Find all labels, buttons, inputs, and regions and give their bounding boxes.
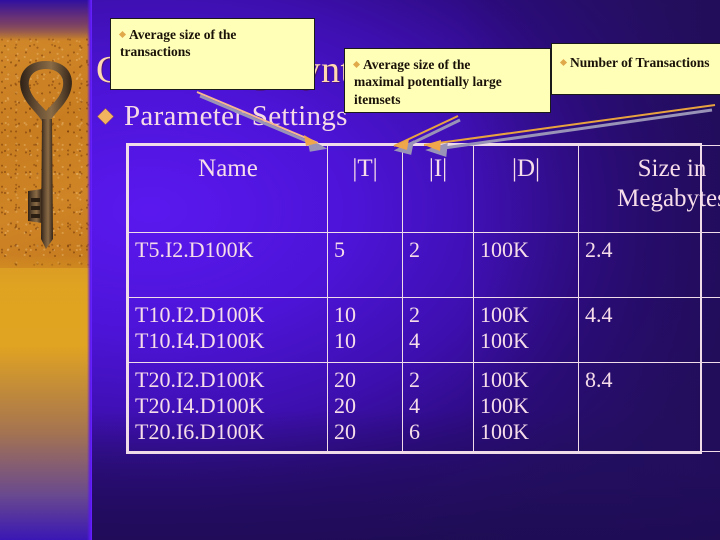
callout-line: transactions [120, 44, 191, 60]
cell-t: 10 10 [327, 297, 403, 363]
value-t: 20 [334, 392, 356, 418]
bullet-label: Parameter Settings [124, 100, 348, 132]
sidebar-top-fade [0, 0, 92, 48]
table-row: T10.I2.D100K T10.I4.D100K 10 10 2 4 100K… [128, 297, 720, 363]
value-name: T20.I6.D100K [135, 418, 265, 444]
diamond-bullet-icon [559, 58, 568, 67]
header-size-line2: Megabytes [617, 184, 720, 212]
value-i: 2 [409, 367, 420, 392]
callout-average-itemset-size[interactable]: Average size of the maximal potentially … [344, 48, 555, 117]
callout-line: maximal potentially large [354, 74, 502, 90]
parameter-settings-table: Name |T| |I| |D| Size in Megabytes T5.I2… [126, 143, 720, 454]
cell-t: 20 20 20 [327, 362, 403, 452]
table-row: T5.I2.D100K 5 2 100K 2.4 [128, 232, 720, 298]
diamond-bullet-icon [97, 108, 114, 125]
value-name: T20.I4.D100K [135, 392, 265, 418]
value-i: 4 [409, 327, 420, 353]
value-t: 10 [334, 327, 356, 353]
value-t: 5 [334, 237, 345, 262]
cell-d: 100K 100K [473, 297, 579, 363]
cell-name: T5.I2.D100K [128, 232, 328, 298]
bullet-parameter-settings: Parameter Settings [97, 100, 348, 133]
value-name: T20.I2.D100K [135, 367, 265, 392]
diamond-bullet-icon [118, 30, 127, 39]
value-i: 6 [409, 418, 420, 444]
header-size-line1: Size in [637, 155, 707, 182]
sidebar-decoration [0, 0, 92, 540]
table-header-row: Name |T| |I| |D| Size in Megabytes [128, 145, 720, 233]
callout-number-of-transactions[interactable]: Number of Transactions [551, 43, 720, 99]
cell-i: 2 [402, 232, 474, 298]
value-t: 20 [334, 418, 356, 444]
cell-name: T20.I2.D100K T20.I4.D100K T20.I6.D100K [128, 362, 328, 452]
header-d: |D| [473, 145, 579, 233]
value-d: 100K [480, 327, 529, 353]
value-d: 100K [480, 367, 529, 392]
value-i: 4 [409, 392, 420, 418]
sidebar-edge-glow [87, 0, 92, 540]
value-i: 2 [409, 237, 420, 262]
value-d: 100K [480, 392, 529, 418]
value-i: 2 [409, 302, 420, 327]
callout-line: itemsets [354, 91, 401, 107]
header-name: Name [128, 145, 328, 233]
cell-size: 8.4 [578, 362, 720, 452]
callout-line: Number of Transactions [570, 55, 710, 70]
value-name: T10.I2.D100K [135, 302, 265, 327]
cell-size: 4.4 [578, 297, 720, 363]
value-d: 100K [480, 418, 529, 444]
header-i: |I| [402, 145, 474, 233]
key-icon [10, 55, 82, 255]
value-name: T10.I4.D100K [135, 327, 265, 353]
value-d: 100K [480, 302, 529, 327]
cell-t: 5 [327, 232, 403, 298]
callout-line: Average size of the [129, 27, 237, 42]
presentation-slide: Generating Synthetic Data ...W Parameter… [0, 0, 720, 540]
cell-i: 2 4 [402, 297, 474, 363]
table-row: T20.I2.D100K T20.I4.D100K T20.I6.D100K 2… [128, 362, 720, 452]
value-d: 100K [480, 237, 529, 262]
cell-i: 2 4 6 [402, 362, 474, 452]
cell-d: 100K 100K 100K [473, 362, 579, 452]
cell-name: T10.I2.D100K T10.I4.D100K [128, 297, 328, 363]
value-t: 20 [334, 367, 356, 392]
callout-line: Average size of the [363, 57, 471, 72]
diamond-bullet-icon [352, 60, 361, 69]
cell-d: 100K [473, 232, 579, 298]
callout-average-transaction-size[interactable]: Average size of the transactions [110, 18, 319, 94]
header-t: |T| [327, 145, 403, 233]
sidebar-bottom-fade [0, 255, 92, 540]
value-t: 10 [334, 302, 356, 327]
value-name: T5.I2.D100K [135, 237, 254, 262]
header-size: Size in Megabytes [578, 145, 720, 233]
cell-size: 2.4 [578, 232, 720, 298]
